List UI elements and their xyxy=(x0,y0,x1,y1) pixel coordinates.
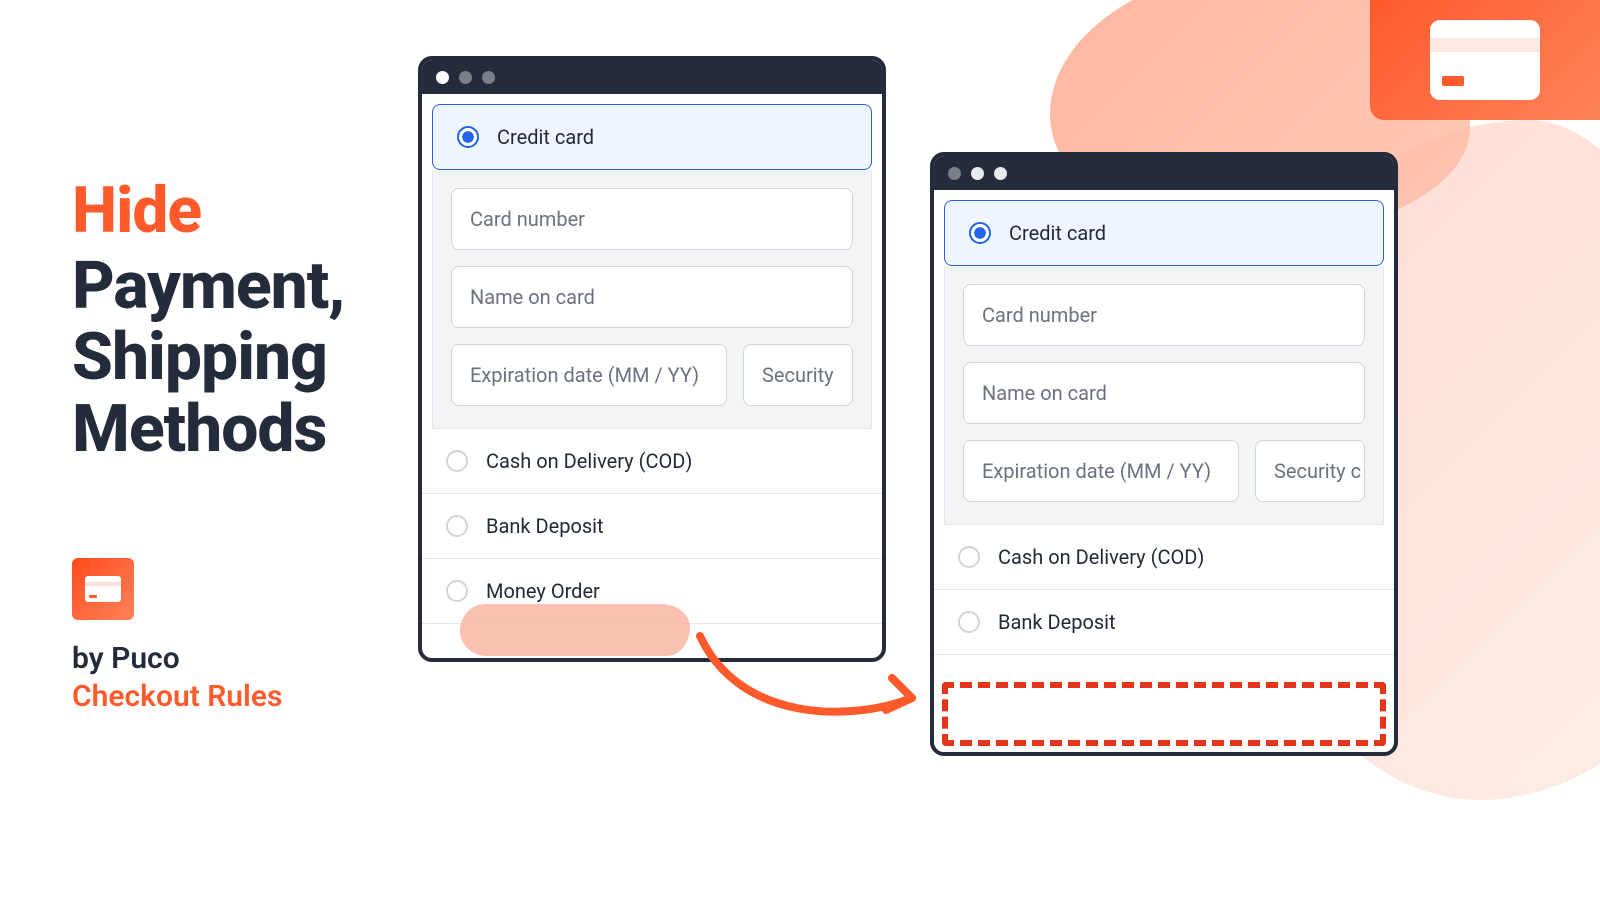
payment-method-label: Bank Deposit xyxy=(486,514,604,538)
payment-methods-list: Credit card Card number Name on card Exp… xyxy=(934,200,1394,655)
payment-method-label: Cash on Delivery (COD) xyxy=(486,449,692,473)
window-control-dot xyxy=(459,71,472,84)
checkout-window-after: Credit card Card number Name on card Exp… xyxy=(930,152,1398,756)
name-on-card-input[interactable]: Name on card xyxy=(451,266,853,328)
payment-method-label: Cash on Delivery (COD) xyxy=(998,545,1204,569)
window-titlebar xyxy=(422,60,882,94)
radio-unchecked-icon xyxy=(446,580,468,602)
payment-method-label: Credit card xyxy=(1009,221,1106,245)
brand-product: Checkout Rules xyxy=(72,678,282,716)
brand-text: by Puco Checkout Rules xyxy=(72,640,282,715)
payment-method-credit-card[interactable]: Credit card xyxy=(432,104,872,170)
radio-unchecked-icon xyxy=(958,546,980,568)
checkout-window-before: Credit card Card number Name on card Exp… xyxy=(418,56,886,662)
brand-logo xyxy=(72,558,134,620)
brand-byline: by Puco xyxy=(72,641,180,676)
payment-method-cod[interactable]: Cash on Delivery (COD) xyxy=(422,429,882,494)
expiration-input[interactable]: Expiration date (MM / YY) xyxy=(963,440,1239,502)
window-control-dot xyxy=(948,167,961,180)
radio-unchecked-icon xyxy=(446,450,468,472)
radio-checked-icon xyxy=(457,126,479,148)
window-control-dot xyxy=(482,71,495,84)
headline: Hide Payment, Shipping Methods xyxy=(72,176,402,465)
security-code-input[interactable]: Security c xyxy=(1255,440,1365,502)
payment-method-label: Credit card xyxy=(497,125,594,149)
radio-unchecked-icon xyxy=(958,611,980,633)
payment-method-label: Bank Deposit xyxy=(998,610,1116,634)
window-control-dot xyxy=(971,167,984,180)
credit-card-form: Card number Name on card Expiration date… xyxy=(944,266,1384,525)
window-titlebar xyxy=(934,156,1394,190)
brand-block: by Puco Checkout Rules xyxy=(72,558,282,715)
corner-badge xyxy=(1370,0,1600,120)
credit-card-icon xyxy=(85,576,121,602)
radio-unchecked-icon xyxy=(446,515,468,537)
card-number-input[interactable]: Card number xyxy=(963,284,1365,346)
headline-accent: Hide xyxy=(72,176,402,245)
payment-methods-list: Credit card Card number Name on card Exp… xyxy=(422,104,882,624)
payment-method-bank-deposit[interactable]: Bank Deposit xyxy=(422,494,882,559)
headline-line-3: Shipping xyxy=(72,322,402,393)
credit-card-icon xyxy=(1430,20,1540,100)
headline-line-2: Payment, xyxy=(72,251,402,322)
name-on-card-input[interactable]: Name on card xyxy=(963,362,1365,424)
window-control-dot xyxy=(994,167,1007,180)
card-number-input[interactable]: Card number xyxy=(451,188,853,250)
payment-method-credit-card[interactable]: Credit card xyxy=(944,200,1384,266)
payment-method-label: Money Order xyxy=(486,579,600,603)
payment-method-cod[interactable]: Cash on Delivery (COD) xyxy=(934,525,1394,590)
headline-block: Hide Payment, Shipping Methods xyxy=(72,176,402,465)
credit-card-form: Card number Name on card Expiration date… xyxy=(432,170,872,429)
payment-method-money-order[interactable]: Money Order xyxy=(422,559,882,624)
headline-line-4: Methods xyxy=(72,394,402,465)
security-code-input[interactable]: Security xyxy=(743,344,853,406)
expiration-input[interactable]: Expiration date (MM / YY) xyxy=(451,344,727,406)
payment-method-bank-deposit[interactable]: Bank Deposit xyxy=(934,590,1394,655)
window-control-dot xyxy=(436,71,449,84)
radio-checked-icon xyxy=(969,222,991,244)
